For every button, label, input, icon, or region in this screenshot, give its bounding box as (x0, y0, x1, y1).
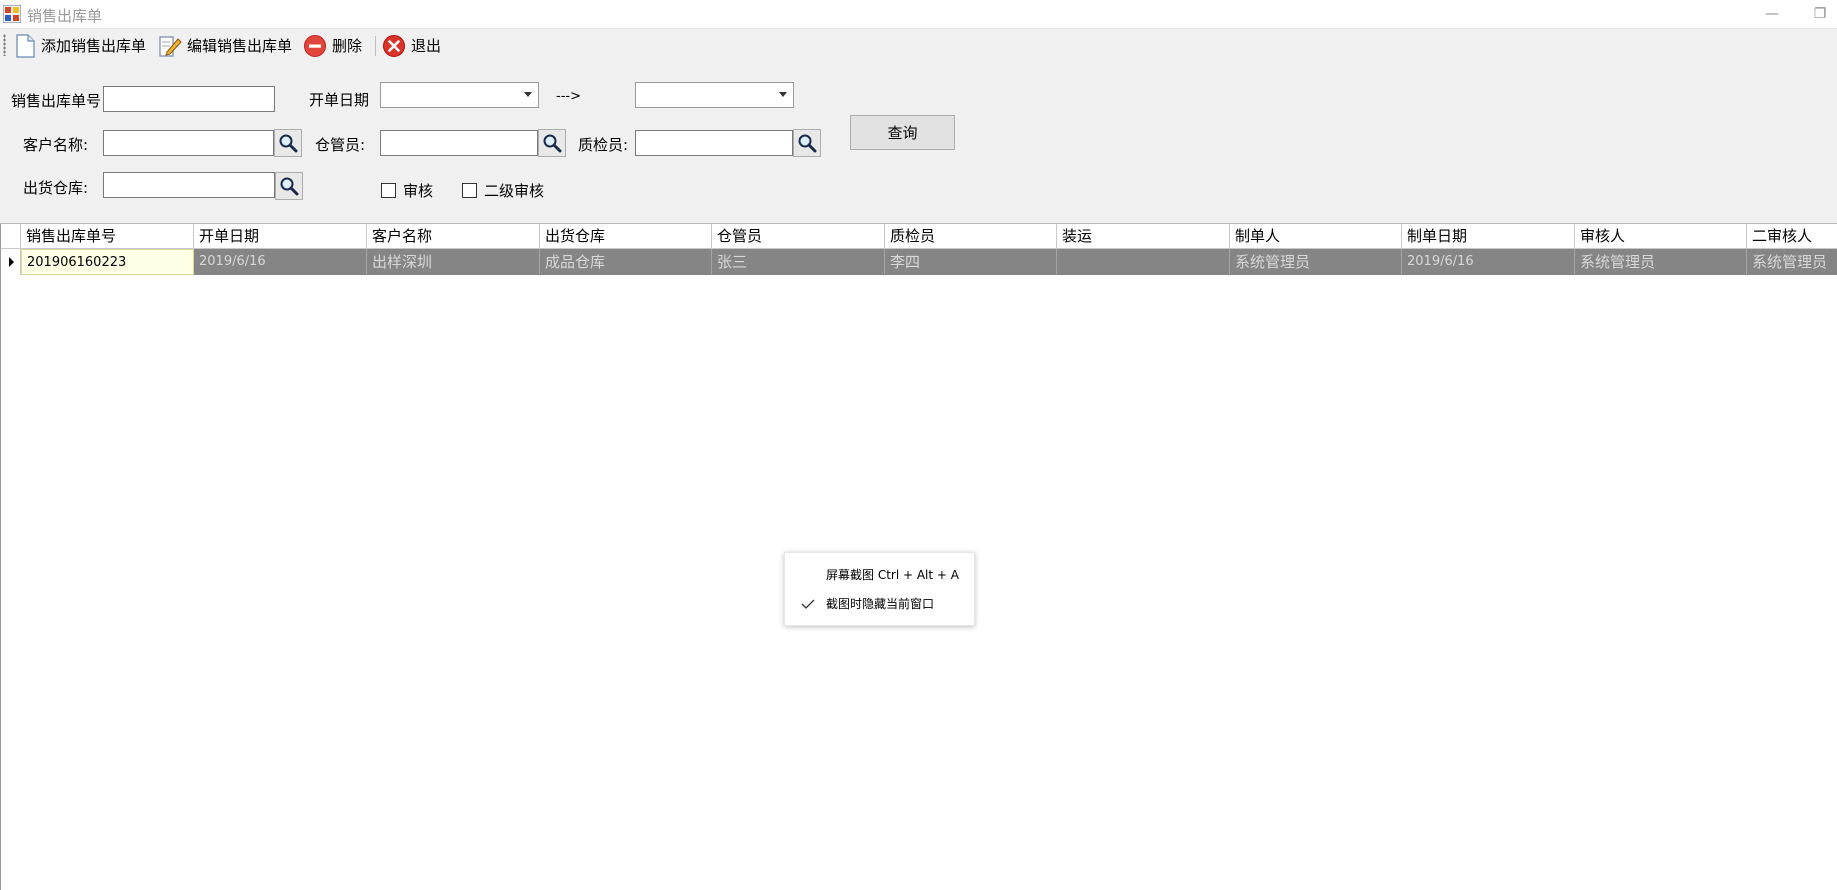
column-header[interactable]: 制单人 (1230, 224, 1402, 249)
audit2-checkbox[interactable]: 二级审核 (462, 180, 544, 201)
table-cell[interactable]: 系统管理员 (1747, 249, 1837, 275)
column-header[interactable]: 装运 (1057, 224, 1230, 249)
checkmark-icon (801, 599, 815, 609)
warehouse-label: 出货仓库: (23, 179, 89, 197)
context-menu: 屏幕截图 Ctrl + Alt + A 截图时隐藏当前窗口 (784, 552, 975, 626)
audit2-checkbox-box[interactable] (462, 183, 477, 198)
restore-button[interactable]: ❐ (1806, 3, 1834, 25)
order-no-input[interactable] (103, 86, 275, 112)
exit-button[interactable]: 退出 (382, 32, 441, 59)
title-bar: 销售出库单 — ❐ (0, 0, 1837, 29)
minimize-button[interactable]: — (1758, 3, 1786, 25)
warehouse-input[interactable] (103, 172, 275, 198)
search-panel: 销售出库单号 开单日期 ---> 客户名称: 仓管员: 质检员: 查询 出货仓库… (0, 62, 1837, 224)
table-cell[interactable]: 李四 (885, 249, 1057, 275)
delete-label: 删除 (332, 37, 363, 55)
table-cell[interactable]: 出样深圳 (367, 249, 540, 275)
customer-lookup-button[interactable] (274, 129, 302, 157)
keeper-lookup-button[interactable] (538, 129, 566, 157)
audit-checkbox-box[interactable] (381, 183, 396, 198)
table-cell[interactable]: 系统管理员 (1575, 249, 1747, 275)
new-document-icon (16, 33, 35, 58)
app-icon (3, 5, 21, 23)
date-to-picker[interactable] (635, 82, 794, 108)
column-header[interactable]: 质检员 (885, 224, 1057, 249)
inspector-input[interactable] (635, 130, 793, 156)
search-icon (798, 134, 817, 153)
keeper-input[interactable] (380, 130, 538, 156)
add-order-button[interactable]: 添加销售出库单 (14, 32, 146, 59)
grid-corner (1, 224, 21, 249)
keeper-label: 仓管员: (315, 136, 366, 154)
search-icon (543, 134, 562, 153)
toolbar-separator (375, 36, 376, 56)
customer-label: 客户名称: (23, 136, 89, 154)
menu-item-label: 屏幕截图 Ctrl + Alt + A (826, 568, 959, 582)
delete-icon (304, 34, 326, 57)
query-button[interactable]: 查询 (850, 115, 955, 150)
audit-checkbox-label: 审核 (403, 182, 434, 200)
window-title: 销售出库单 (27, 7, 103, 25)
exit-label: 退出 (411, 37, 442, 55)
column-header[interactable]: 二审核人 (1747, 224, 1837, 249)
edit-order-button[interactable]: 编辑销售出库单 (158, 32, 292, 59)
column-header[interactable]: 制单日期 (1402, 224, 1575, 249)
row-header[interactable] (1, 249, 21, 275)
search-icon (279, 134, 298, 153)
edit-document-icon (159, 35, 182, 57)
audit2-checkbox-label: 二级审核 (484, 182, 545, 200)
table-cell[interactable]: 张三 (712, 249, 885, 275)
inspector-label: 质检员: (578, 136, 629, 154)
menu-item-label: 截图时隐藏当前窗口 (826, 597, 935, 611)
date-from-picker[interactable] (380, 82, 539, 108)
grid-header: 销售出库单号 开单日期 客户名称 出货仓库 仓管员 质检员 装运 制单人 制单日… (1, 224, 1837, 249)
add-order-label: 添加销售出库单 (41, 37, 147, 55)
customer-input[interactable] (103, 130, 274, 156)
order-no-label: 销售出库单号 (11, 92, 102, 110)
audit-checkbox[interactable]: 审核 (381, 180, 433, 201)
edit-order-label: 编辑销售出库单 (187, 37, 293, 55)
delete-button[interactable]: 删除 (303, 32, 362, 59)
toolbar: 添加销售出库单 编辑销售出库单 删除 退出 (0, 29, 1837, 62)
current-row-indicator-icon (9, 257, 14, 267)
column-header[interactable]: 仓管员 (712, 224, 885, 249)
menu-item-screenshot[interactable]: 屏幕截图 Ctrl + Alt + A (785, 561, 976, 590)
column-header[interactable]: 审核人 (1575, 224, 1747, 249)
chevron-down-icon[interactable] (524, 92, 532, 97)
table-cell[interactable]: 系统管理员 (1230, 249, 1402, 275)
column-header[interactable]: 出货仓库 (540, 224, 712, 249)
close-icon (383, 34, 405, 57)
chevron-down-icon[interactable] (779, 92, 787, 97)
table-cell[interactable]: 2019/6/16 (194, 249, 367, 275)
menu-item-hide-window[interactable]: 截图时隐藏当前窗口 (785, 590, 976, 619)
date-range-arrow: ---> (556, 89, 581, 104)
table-row[interactable]: 201906160223 2019/6/16 出样深圳 成品仓库 张三 李四 系… (1, 249, 1837, 275)
column-header[interactable]: 开单日期 (194, 224, 367, 249)
toolbar-grip[interactable] (3, 34, 6, 56)
table-cell[interactable]: 2019/6/16 (1402, 249, 1575, 275)
table-cell[interactable]: 201906160223 (21, 249, 194, 275)
column-header[interactable]: 客户名称 (367, 224, 540, 249)
table-cell[interactable]: 成品仓库 (540, 249, 712, 275)
table-cell[interactable] (1057, 249, 1230, 275)
inspector-lookup-button[interactable] (793, 129, 821, 157)
order-date-label: 开单日期 (309, 91, 370, 109)
column-header[interactable]: 销售出库单号 (21, 224, 194, 249)
warehouse-lookup-button[interactable] (275, 172, 303, 200)
search-icon (280, 177, 299, 196)
